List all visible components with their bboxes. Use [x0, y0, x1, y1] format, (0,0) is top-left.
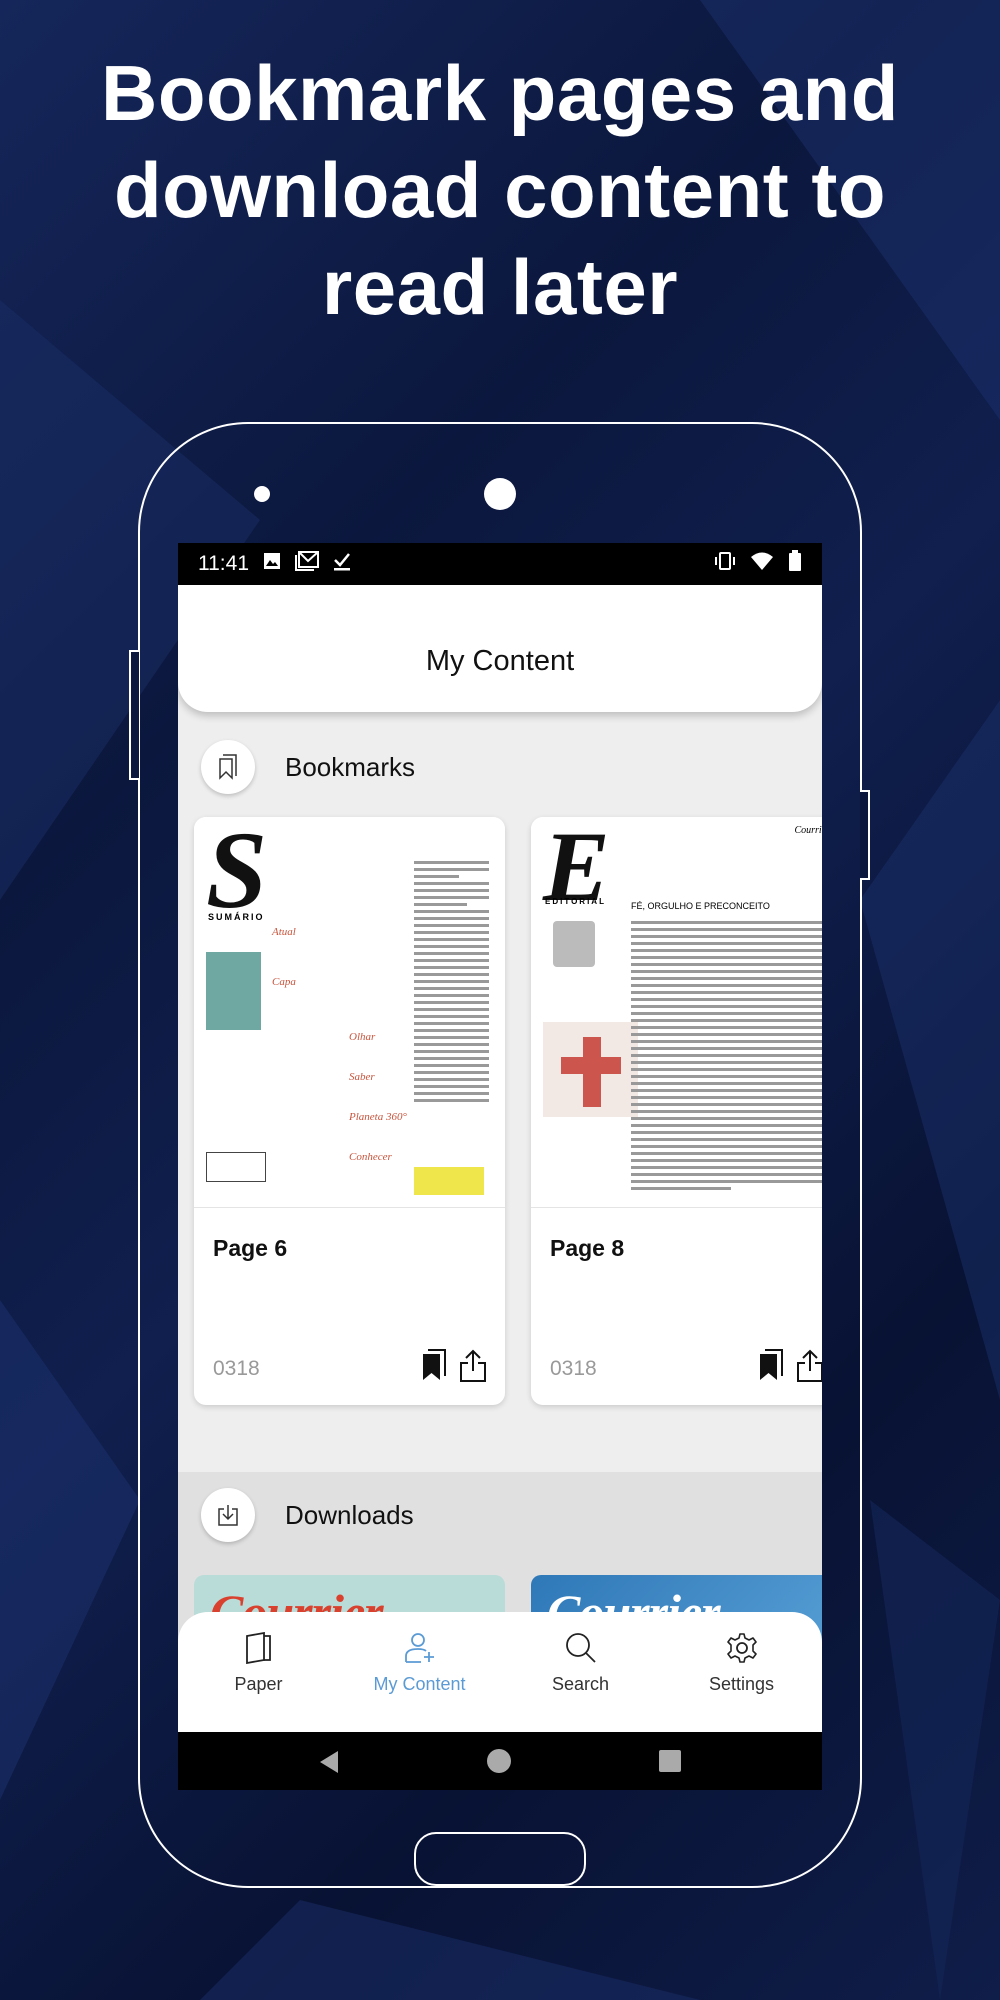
issue-number: 0318 — [550, 1357, 597, 1380]
bookmark-filled-icon[interactable] — [759, 1349, 785, 1386]
share-icon[interactable] — [796, 1349, 822, 1388]
thumb-section: Atual — [272, 926, 296, 938]
task-done-icon — [333, 551, 351, 577]
bookmarks-icon — [201, 740, 255, 794]
downloads-section-header: Downloads — [178, 1475, 822, 1555]
thumb-article-title: FÉ, ORGULHO E PRECONCEITO — [631, 901, 770, 911]
download-icon — [201, 1488, 255, 1542]
share-icon[interactable] — [459, 1349, 487, 1388]
power-button — [860, 790, 870, 880]
bookmark-card[interactable]: E EDITORIAL Courrier FÉ, ORGULHO E PRECO… — [531, 817, 822, 1405]
bookmark-filled-icon[interactable] — [422, 1349, 448, 1386]
vibrate-icon — [714, 551, 736, 577]
headline-line: read later — [321, 243, 679, 331]
camera-dot — [484, 478, 516, 510]
back-icon[interactable] — [318, 1750, 340, 1774]
search-icon — [565, 1633, 596, 1663]
status-bar: 11:41 — [178, 543, 822, 585]
home-icon[interactable] — [487, 1749, 511, 1773]
nav-item-my-content[interactable]: My Content — [339, 1612, 500, 1732]
nav-item-settings[interactable]: Settings — [661, 1612, 822, 1732]
paper-icon — [245, 1632, 271, 1664]
page-thumbnail[interactable]: S SUMÁRIO Atual Capa Olhar Saber Planeta… — [194, 817, 505, 1208]
bookmark-card[interactable]: S SUMÁRIO Atual Capa Olhar Saber Planeta… — [194, 817, 505, 1405]
volume-button — [129, 650, 139, 780]
page-title-label: Page 8 — [550, 1235, 625, 1261]
issue-number: 0318 — [213, 1357, 260, 1380]
recents-icon[interactable] — [659, 1750, 681, 1772]
thumb-section: Planeta 360° — [349, 1111, 407, 1123]
bottom-nav: Paper My Content Search Settings — [178, 1612, 822, 1732]
author-photo — [553, 921, 595, 967]
system-nav-bar — [178, 1732, 822, 1790]
headline-line: Bookmark pages and — [101, 49, 899, 137]
visapress-logo — [206, 1152, 266, 1182]
thumb-ad — [414, 1167, 484, 1195]
nav-item-paper[interactable]: Paper — [178, 1612, 339, 1732]
battery-icon — [788, 550, 802, 578]
nav-label: Settings — [708, 1674, 775, 1694]
image-icon — [263, 552, 281, 576]
nav-item-search[interactable]: Search — [500, 1612, 661, 1732]
thumb-illustration — [543, 1022, 638, 1117]
page-thumbnail[interactable]: E EDITORIAL Courrier FÉ, ORGULHO E PRECO… — [531, 817, 822, 1208]
sensor-dot — [254, 486, 270, 502]
gmail-icon — [295, 551, 319, 577]
wifi-icon — [750, 551, 774, 577]
thumb-cover-image — [206, 952, 261, 1030]
thumb-letter: E — [543, 817, 610, 922]
gear-icon — [726, 1633, 757, 1663]
page-title: My Content — [425, 645, 575, 677]
status-time: 11:41 — [198, 552, 249, 575]
app-header: My Content — [178, 585, 822, 712]
headline-line: download content to — [113, 146, 887, 234]
thumb-section: Conhecer — [349, 1151, 392, 1163]
headline: Bookmark pages and download content to r… — [0, 45, 1000, 336]
nav-label: My Content — [373, 1674, 466, 1694]
courrier-logo: Courrier — [794, 825, 822, 836]
downloads-label: Downloads — [285, 1499, 414, 1530]
user-plus-icon — [404, 1633, 434, 1663]
thumb-heading: SUMÁRIO — [208, 912, 265, 922]
bookmarks-section-header: Bookmarks — [178, 727, 822, 807]
page-title-label: Page 6 — [213, 1235, 288, 1261]
nav-label: Paper — [234, 1674, 283, 1694]
app-screen: 11:41 My Content Bookmarks S SUMÁRIO Atu… — [178, 543, 822, 1790]
bookmarks-label: Bookmarks — [285, 751, 416, 782]
thumb-section: Saber — [349, 1071, 375, 1083]
home-button-outline — [414, 1832, 586, 1886]
thumb-heading: EDITORIAL — [545, 897, 606, 906]
thumb-section: Capa — [272, 976, 296, 988]
nav-label: Search — [551, 1674, 610, 1694]
thumb-section: Olhar — [349, 1031, 376, 1043]
